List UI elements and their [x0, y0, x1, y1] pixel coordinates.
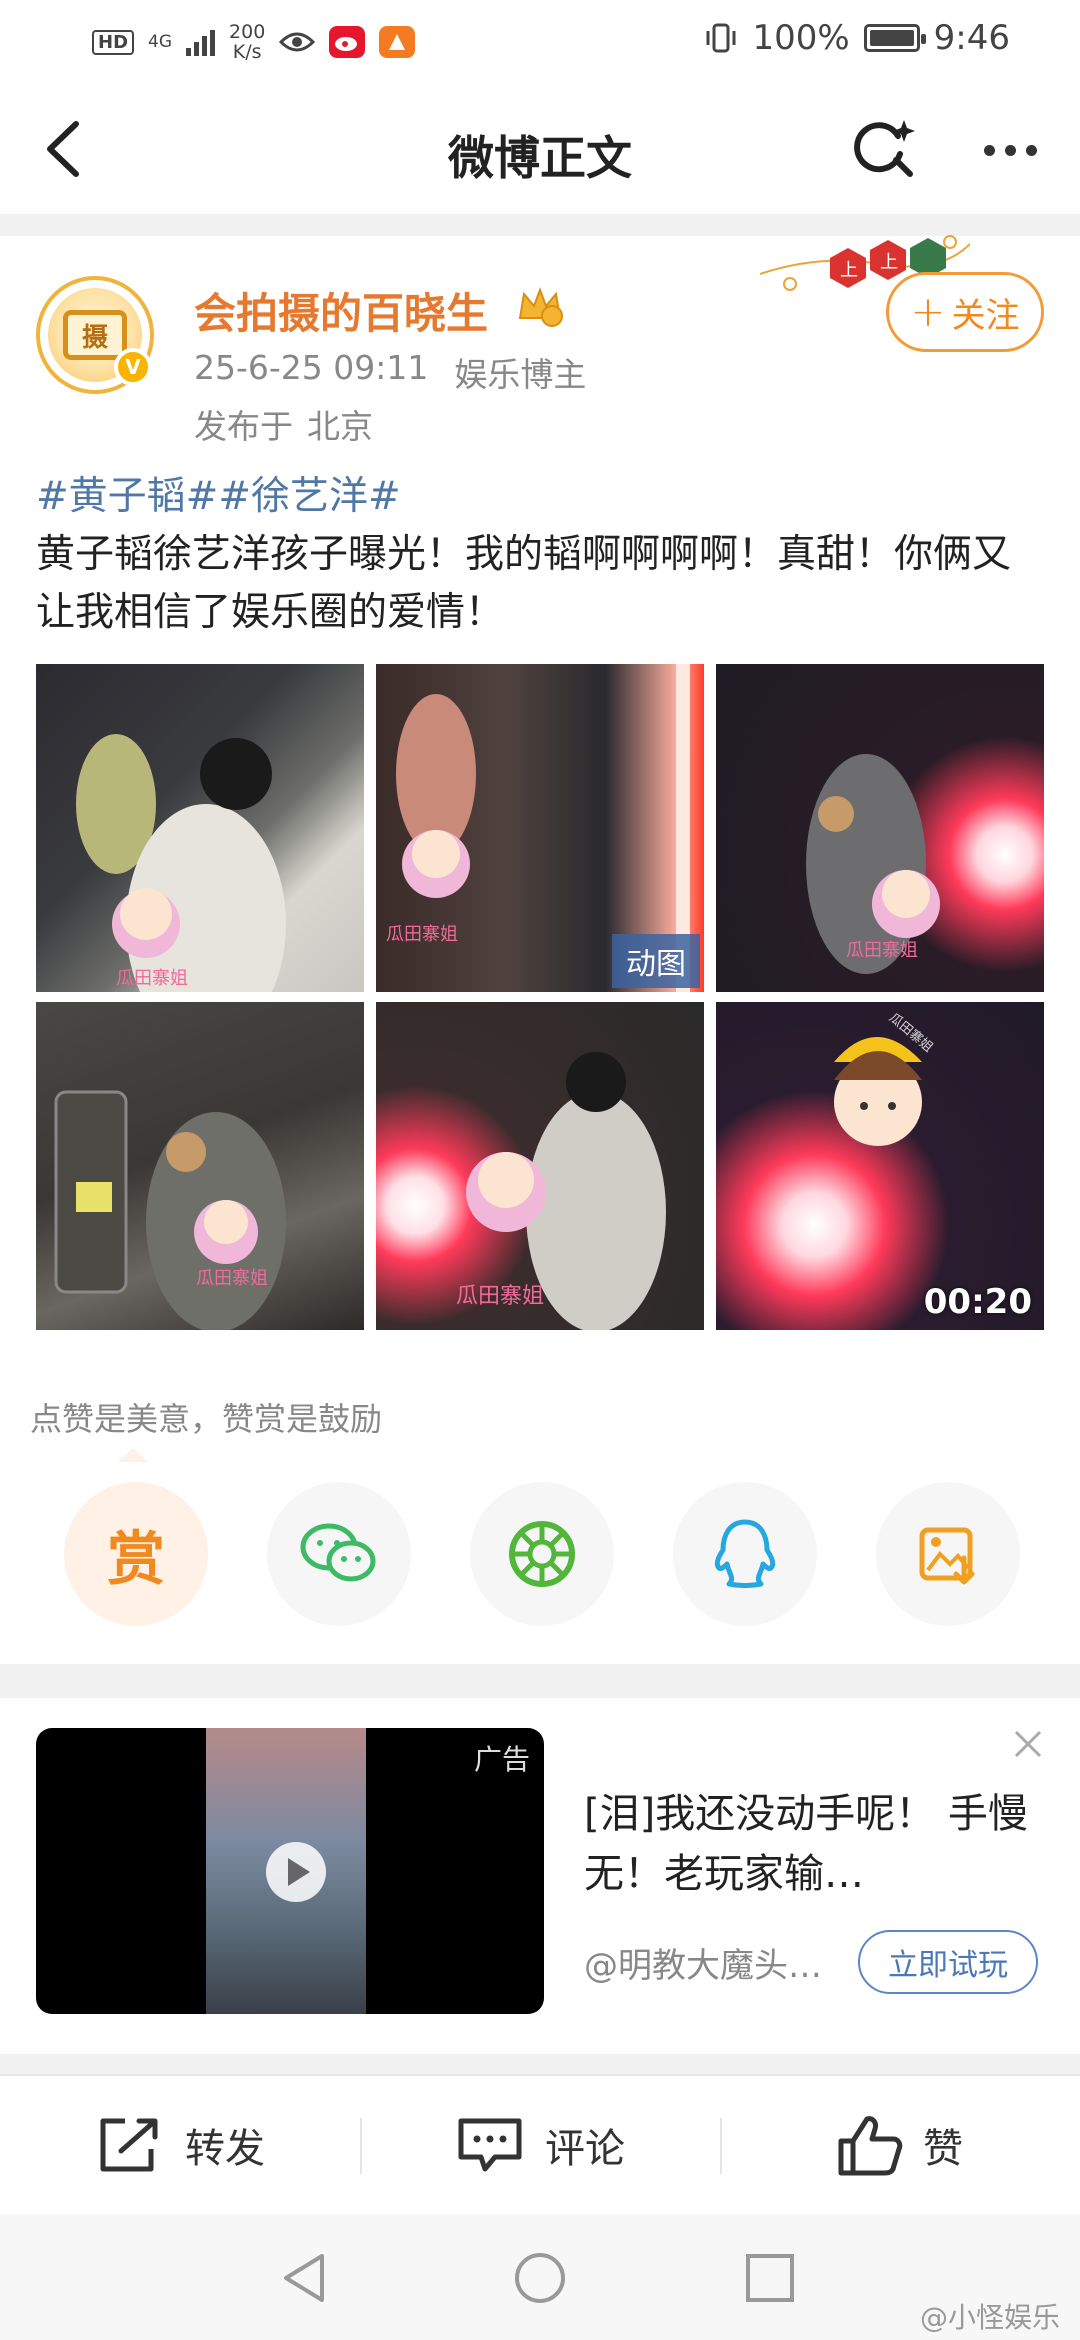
ad-title[interactable]: [泪]我还没动手呢！ 手慢无！老玩家输… [584, 1784, 1044, 1904]
video-duration: 00:20 [923, 1282, 1032, 1322]
network-type: 4G [148, 32, 173, 52]
divider-band [0, 1664, 1080, 1698]
share-moments-button[interactable] [470, 1482, 614, 1626]
image-watermark: 瓜田寨姐 [456, 1284, 545, 1309]
repost-button[interactable]: 转发 [0, 2076, 360, 2214]
eye-icon [279, 26, 316, 58]
share-row: 赏 [64, 1482, 1020, 1626]
post-image-4[interactable]: 瓜田寨姐 [36, 1002, 364, 1330]
app-notification-icon [379, 26, 416, 58]
search-button[interactable] [850, 114, 920, 184]
reward-icon: 赏 [106, 1525, 165, 1593]
ad-close-button[interactable] [1008, 1724, 1048, 1764]
repost-icon [100, 2118, 158, 2172]
post-text: 黄子韬徐艺洋孩子曝光！我的韬啊啊啊啊！真甜！你俩又让我相信了娱乐圈的爱情！ [36, 532, 1012, 635]
top-nav: 微博正文 [0, 84, 1080, 214]
plus-icon: + [910, 287, 946, 336]
clock: 9:46 [933, 18, 1010, 58]
comment-label: 评论 [545, 2126, 625, 2172]
post-image-1[interactable]: 瓜田寨姐 [36, 664, 364, 992]
share-qq-button[interactable] [673, 1482, 817, 1626]
location-name: 北京 [307, 407, 373, 446]
speed-value: 200 [229, 21, 266, 43]
close-icon [1014, 1730, 1042, 1758]
follow-label: 关注 [951, 295, 1020, 336]
reward-hint: 点赞是美意，赞赏是鼓励 [30, 1400, 383, 1438]
qq-icon [714, 1519, 776, 1588]
repost-label: 转发 [185, 2126, 265, 2172]
divider-band [0, 2054, 1080, 2074]
hd-indicator: HD [92, 29, 135, 55]
speed-unit: K/s [232, 41, 262, 63]
vibrate-icon [706, 23, 736, 53]
image-grid: 瓜田寨姐 瓜田寨姐 动图 瓜田寨姐 动图 瓜田寨姐 [36, 664, 1044, 1330]
ad-label: 广告 [473, 1743, 530, 1776]
battery-icon [863, 24, 926, 52]
author-type: 娱乐博主 [454, 355, 587, 394]
dot [983, 144, 995, 156]
verified-badge-icon: V [114, 348, 152, 386]
moments-icon [509, 1521, 575, 1587]
crown-icon [518, 287, 563, 327]
post-image-3[interactable]: 瓜田寨姐 动图 [716, 664, 1044, 992]
corner-watermark: @小怪娱乐 [919, 2301, 1060, 2334]
comment-icon [458, 2118, 522, 2172]
gif-badge: 动图 [612, 934, 700, 988]
post-hashtags[interactable]: #黄子韬##徐艺洋# [36, 468, 1046, 526]
bottom-action-bar: 转发 评论 赞 [0, 2074, 1080, 2214]
svg-text:上: 上 [880, 252, 898, 273]
post-image-5[interactable]: 瓜田寨姐 [376, 1002, 704, 1330]
weibo-notification-icon [329, 26, 366, 58]
status-right: 100% 9:46 [704, 18, 1010, 58]
image-watermark: 瓜田寨姐 [116, 968, 188, 989]
nav-home-icon[interactable] [512, 2250, 568, 2306]
post-timestamp: 25-6-25 09:11 [194, 348, 429, 387]
follow-button[interactable]: + 关注 [886, 272, 1044, 352]
post-image-6[interactable]: 瓜田寨姐 00:20 [716, 1002, 1044, 1330]
more-options-button[interactable] [970, 120, 1050, 180]
ad-card[interactable]: 广告 [泪]我还没动手呢！ 手慢无！老玩家输… @明教大魔头… 立即试玩 [0, 1698, 1080, 2054]
dot [1025, 144, 1037, 156]
location-prefix: 发布于 [194, 407, 293, 446]
thumbs-up-icon [838, 2116, 903, 2176]
nav-back-icon[interactable] [278, 2250, 334, 2306]
share-wechat-button[interactable] [267, 1482, 411, 1626]
post-meta: 25-6-25 09:11 娱乐博主 [194, 348, 586, 396]
svg-text:上: 上 [840, 260, 858, 281]
nav-recents-icon[interactable] [742, 2250, 798, 2306]
battery-percent: 100% [752, 18, 850, 58]
status-bar: HD 4G 200 K/s 100% 9:46 [0, 0, 1080, 84]
post-location: 发布于 北京 [194, 400, 373, 448]
pointer-caret-icon [118, 1448, 148, 1462]
image-watermark: 瓜田寨姐 [846, 940, 918, 961]
like-button[interactable]: 赞 [720, 2076, 1080, 2214]
play-icon[interactable] [266, 1842, 326, 1902]
author-name[interactable]: 会拍摄的百晓生 [194, 280, 488, 341]
save-image-icon [919, 1527, 975, 1585]
ad-cta-button[interactable]: 立即试玩 [858, 1930, 1038, 1994]
author-avatar[interactable]: 摄 V [36, 276, 154, 394]
save-image-button[interactable] [876, 1482, 1020, 1626]
dot [1004, 144, 1016, 156]
post-body: #黄子韬##徐艺洋# 黄子韬徐艺洋孩子曝光！我的韬啊啊啊啊！真甜！你俩又让我相信… [36, 468, 1046, 642]
camera-logo-icon: 摄 [63, 310, 127, 360]
figures-illustration [76, 734, 286, 992]
network-speed: 200 K/s [229, 22, 265, 62]
wechat-icon [300, 1523, 376, 1582]
image-watermark: 瓜田寨姐 [386, 924, 458, 945]
status-left: HD 4G 200 K/s [92, 22, 416, 62]
image-watermark: 瓜田寨姐 [196, 1268, 268, 1289]
post-image-2[interactable]: 瓜田寨姐 动图 [376, 664, 704, 992]
ad-source: @明教大魔头… [584, 1946, 822, 1986]
ad-video[interactable]: 广告 [36, 1728, 544, 2014]
figures-illustration [834, 1037, 922, 1146]
like-label: 赞 [923, 2126, 963, 2172]
divider-band [0, 214, 1080, 236]
search-sparkle-icon [854, 120, 915, 177]
reward-button[interactable]: 赏 [64, 1482, 208, 1626]
system-nav-bar: @小怪娱乐 [0, 2214, 1080, 2340]
comment-button[interactable]: 评论 [360, 2076, 720, 2214]
signal-icon [186, 28, 216, 56]
